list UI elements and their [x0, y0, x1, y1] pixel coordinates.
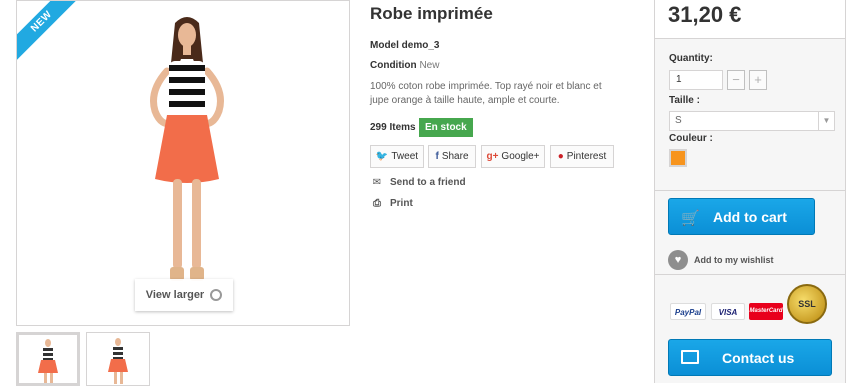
paypal-logo: PayPal: [670, 303, 706, 320]
wishlist-label: Add to my wishlist: [694, 255, 774, 265]
contact-us-label: Contact us: [722, 350, 795, 366]
mastercard-logo: MasterCard: [749, 303, 783, 320]
pinterest-label: Pinterest: [566, 151, 607, 162]
quantity-minus-button[interactable]: −: [727, 70, 745, 90]
quantity-input[interactable]: 1: [669, 70, 723, 90]
color-swatch-orange[interactable]: [669, 149, 687, 167]
product-description: 100% coton robe imprimée. Top rayé noir …: [370, 81, 602, 106]
stock-status-badge: En stock: [419, 118, 473, 137]
condition-label: Condition: [370, 60, 417, 71]
heart-icon: ♥: [668, 250, 688, 270]
ssl-secure-badge: SSL: [787, 284, 827, 324]
tweet-label: Tweet: [391, 151, 419, 162]
model-value: demo_3: [401, 40, 440, 51]
product-main-image[interactable]: NEW View larger: [16, 0, 350, 326]
send-friend-label: Send to a friend: [390, 177, 466, 188]
chevron-down-icon: ▼: [818, 112, 834, 130]
print-label: Print: [390, 198, 413, 209]
price-box: 31,20 €: [654, 0, 846, 38]
divider: [655, 274, 845, 275]
facebook-share-button[interactable]: f Share: [428, 145, 476, 168]
send-to-friend-link[interactable]: ✉ Send to a friend: [370, 177, 466, 188]
new-badge: NEW: [17, 1, 88, 68]
print-link[interactable]: ⎙ Print: [370, 198, 413, 209]
envelope-icon: ✉: [372, 177, 382, 188]
product-model: Model demo_3: [370, 40, 439, 51]
quantity-plus-button[interactable]: +: [749, 70, 767, 90]
google-label: Google+: [501, 151, 540, 162]
view-larger-button[interactable]: View larger: [135, 279, 233, 311]
product-condition: Condition New: [370, 60, 439, 71]
contact-us-button[interactable]: Contact us: [668, 339, 832, 376]
color-swatch-fill: [671, 151, 685, 165]
thumbnail-image: [108, 338, 128, 384]
view-larger-label: View larger: [145, 289, 205, 301]
size-selected-value: S: [675, 115, 682, 126]
cart-icon: 🛒: [681, 210, 700, 227]
tweet-button[interactable]: 🐦 Tweet: [370, 145, 424, 168]
add-to-cart-button[interactable]: 🛒 Add to cart: [668, 198, 815, 235]
product-options: Quantity: 1 − + Taille : S ▼ Couleur :: [654, 38, 846, 191]
envelope-icon: [681, 350, 699, 364]
product-photo-model: [150, 17, 224, 281]
add-to-wishlist-link[interactable]: ♥ Add to my wishlist: [668, 250, 774, 270]
google-plus-icon: g+: [486, 151, 499, 162]
product-title: Robe imprimée: [370, 4, 493, 23]
visa-logo: VISA: [711, 303, 745, 320]
zoom-icon: [210, 289, 223, 302]
color-label: Couleur :: [669, 133, 713, 144]
product-thumbnail[interactable]: [16, 332, 80, 386]
thumbnail-image: [38, 339, 58, 383]
product-price: 31,20 €: [668, 2, 742, 27]
add-to-cart-label: Add to cart: [713, 209, 787, 225]
product-thumbnail[interactable]: [86, 332, 150, 386]
pinterest-button[interactable]: ● Pinterest: [550, 145, 614, 168]
quantity-label: Quantity:: [669, 53, 713, 64]
google-plus-button[interactable]: g+ Google+: [481, 145, 545, 168]
pinterest-icon: ●: [557, 151, 564, 162]
model-label: Model: [370, 40, 399, 51]
size-label: Taille :: [669, 95, 700, 106]
size-select[interactable]: S ▼: [669, 111, 835, 131]
share-label: Share: [441, 151, 469, 162]
facebook-icon: f: [435, 151, 439, 162]
stock-quantity: 299 Items: [370, 122, 416, 133]
condition-value: New: [419, 60, 440, 71]
twitter-icon: 🐦: [375, 151, 389, 162]
cart-area: 🛒 Add to cart ♥ Add to my wishlist PayPal…: [654, 191, 846, 383]
printer-icon: ⎙: [373, 198, 381, 209]
